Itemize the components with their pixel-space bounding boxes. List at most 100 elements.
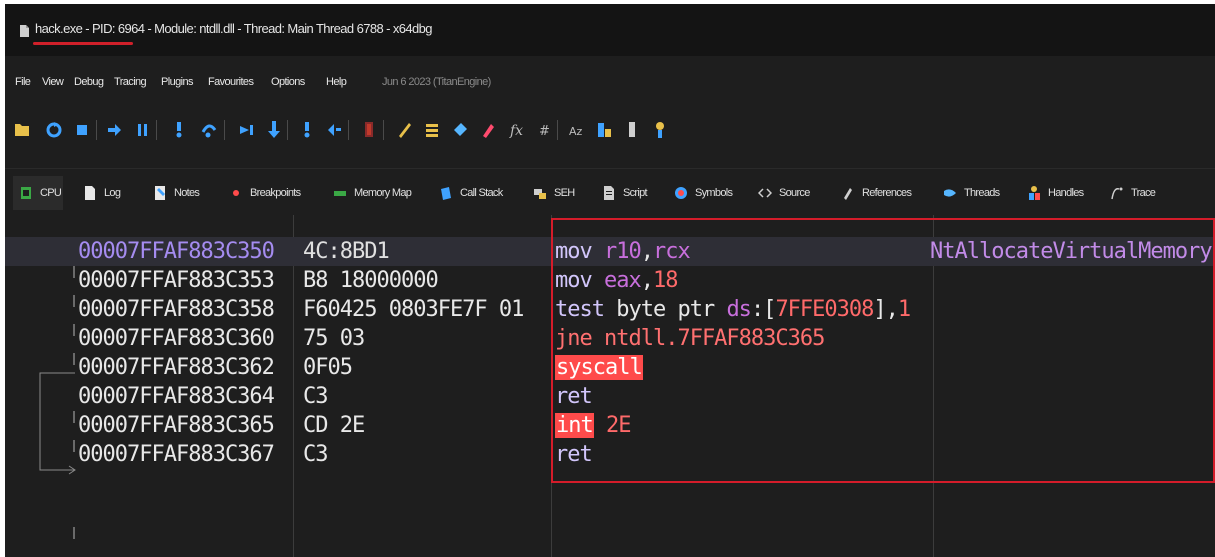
register: r10	[604, 239, 642, 264]
comment-icon[interactable]	[423, 118, 443, 140]
instruction: test byte ptr ds:[7FFE0308],1	[555, 295, 935, 324]
app-icon	[20, 25, 29, 37]
step-over-icon[interactable]	[200, 118, 220, 140]
svg-text:#: #	[539, 124, 550, 139]
script-icon	[604, 186, 614, 200]
immediate: 18	[653, 268, 678, 293]
menu-favourites[interactable]: Favourites	[208, 76, 254, 88]
step-into-icon[interactable]	[170, 118, 190, 140]
tab-cpu[interactable]: CPU	[13, 176, 63, 210]
disasm-row[interactable]: 00007FFAF883C367 C3 ret	[5, 440, 1215, 469]
strings-icon[interactable]: Az	[567, 118, 587, 140]
menu-file[interactable]: File	[15, 76, 31, 88]
tab-threads[interactable]: Threads	[943, 176, 1000, 210]
address: 00007FFAF883C364	[78, 384, 275, 409]
disasm-row[interactable]: 00007FFAF883C360 75 03 jne ntdll.7FFAF88…	[5, 324, 1215, 353]
comment: NtAllocateVirtualMemory	[930, 239, 1213, 264]
menu-tracing[interactable]: Tracing	[114, 76, 147, 88]
label-icon[interactable]	[451, 118, 471, 140]
tab-script[interactable]: Script	[602, 176, 648, 210]
tab-seh[interactable]: SEH	[533, 176, 575, 210]
return-instruction: ret	[555, 384, 593, 409]
tab-references[interactable]: References	[841, 176, 912, 210]
tab-label: Script	[623, 187, 648, 199]
instruction: ret	[555, 382, 935, 411]
menu-plugins[interactable]: Plugins	[161, 76, 193, 88]
address: 00007FFAF883C362	[78, 355, 275, 380]
address: 00007FFAF883C353	[78, 268, 275, 293]
stop-icon[interactable]	[73, 118, 93, 140]
bytes: CD 2E	[303, 413, 365, 438]
disasm-row[interactable]: 00007FFAF883C353 B8 18000000 mov eax,18	[5, 266, 1215, 295]
memory-icon[interactable]	[623, 118, 643, 140]
disasm-row[interactable]: 00007FFAF883C364 C3 ret	[5, 382, 1215, 411]
register: eax	[604, 268, 642, 293]
memory-map-icon	[334, 191, 346, 196]
operand-sep: ,	[640, 239, 654, 264]
restart-icon[interactable]	[45, 118, 65, 140]
tab-label: Source	[779, 187, 810, 199]
tab-memory-map[interactable]: Memory Map	[333, 176, 412, 210]
run-to-user-code-icon[interactable]	[265, 118, 285, 140]
mnemonic: mov	[555, 239, 593, 264]
menu-help[interactable]: Help	[326, 76, 347, 88]
tab-label: Log	[104, 187, 121, 199]
menu-view[interactable]: View	[42, 76, 64, 88]
disasm-row[interactable]: 00007FFAF883C365 CD 2E int 2E	[5, 411, 1215, 440]
tab-label: Breakpoints	[250, 187, 301, 199]
cpu-icon	[21, 187, 31, 199]
trace-icon	[1111, 187, 1123, 200]
tab-log[interactable]: Log	[83, 176, 121, 210]
tab-notes[interactable]: Notes	[153, 176, 200, 210]
execute-till-return-icon[interactable]	[237, 118, 257, 140]
bytes: B8 18000000	[303, 268, 439, 293]
open-icon[interactable]	[13, 118, 33, 140]
patch-icon[interactable]	[395, 118, 415, 140]
menu-debug[interactable]: Debug	[74, 76, 104, 88]
tab-symbols[interactable]: Symbols	[674, 176, 733, 210]
comment	[930, 353, 1215, 382]
disasm-row[interactable]: 00007FFAF883C350 4C:8BD1 mov r10,rcx NtA…	[5, 237, 1215, 266]
operand-sep	[592, 239, 604, 264]
toolbar: fx # Az	[5, 102, 1215, 160]
disasm-row[interactable]: 00007FFAF883C362 0F05 syscall	[5, 353, 1215, 382]
disasm-row[interactable]: 00007FFAF883C358 F60425 0803FE7F 01 test…	[5, 295, 1215, 324]
bytes: 4C:8BD1	[303, 239, 390, 264]
title-bar: hack.exe - PID: 6964 - Module: ntdll.dll…	[5, 4, 1215, 56]
tab-handles[interactable]: Handles	[1027, 176, 1084, 210]
menu-options[interactable]: Options	[271, 76, 305, 88]
tab-label: Notes	[174, 187, 200, 199]
return-instruction: ret	[555, 442, 593, 467]
log-icon	[85, 186, 95, 200]
calls-icon[interactable]	[595, 118, 615, 140]
seh-icon	[534, 189, 546, 199]
jump-instruction: jne ntdll.7FFAF883C365	[555, 326, 825, 351]
instruction: mov eax,18	[555, 266, 935, 295]
bookmark-icon[interactable]	[479, 118, 499, 140]
address: 00007FFAF883C350	[78, 239, 275, 264]
interrupt-instruction: int	[555, 413, 594, 438]
screenshot-root: hack.exe - PID: 6964 - Module: ntdll.dll…	[0, 0, 1215, 557]
animate-into-icon[interactable]	[298, 118, 318, 140]
pause-icon[interactable]	[133, 118, 153, 140]
comment	[930, 411, 1215, 440]
toolbar-separator	[224, 120, 225, 140]
disassembly-view[interactable]: 00007FFAF883C350 4C:8BD1 mov r10,rcx NtA…	[5, 215, 1215, 557]
animate-over-icon[interactable]	[325, 118, 345, 140]
bytes: 75 03	[303, 326, 365, 351]
run-icon[interactable]	[105, 118, 125, 140]
trace-icon[interactable]	[360, 118, 380, 140]
tab-label: SEH	[554, 187, 575, 199]
tab-trace[interactable]: Trace	[1110, 176, 1156, 210]
tab-source[interactable]: Source	[758, 176, 810, 210]
function-icon[interactable]: fx	[507, 118, 527, 140]
comment	[930, 266, 1215, 295]
address: 00007FFAF883C367	[78, 442, 275, 467]
tab-call-stack[interactable]: Call Stack	[439, 176, 503, 210]
comment	[930, 440, 1215, 469]
info-icon[interactable]	[651, 118, 671, 140]
tab-label: Handles	[1048, 187, 1084, 199]
argument-icon[interactable]: #	[535, 118, 555, 140]
tab-breakpoints[interactable]: Breakpoints	[229, 176, 301, 210]
x64dbg-window: hack.exe - PID: 6964 - Module: ntdll.dll…	[5, 4, 1215, 557]
